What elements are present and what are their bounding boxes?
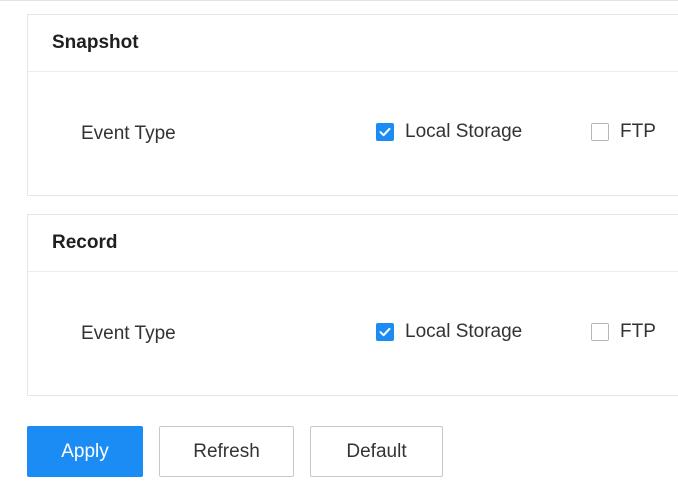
record-panel-header: Record [28, 215, 678, 272]
snapshot-local-storage-label: Local Storage [405, 121, 523, 142]
default-button[interactable]: Default [310, 426, 443, 477]
record-title: Record [52, 232, 118, 253]
record-panel: Record Event Type Local Storage FTP [27, 214, 678, 396]
snapshot-ftp-option[interactable]: FTP [591, 121, 656, 143]
record-local-storage-option[interactable]: Local Storage [376, 321, 522, 343]
record-local-storage-label: Local Storage [405, 321, 523, 342]
snapshot-panel: Snapshot Event Type Local Storage FTP [27, 14, 678, 196]
snapshot-panel-header: Snapshot [28, 15, 678, 72]
snapshot-local-storage-checkbox[interactable] [376, 123, 394, 141]
record-ftp-label: FTP [620, 321, 656, 342]
refresh-button[interactable]: Refresh [159, 426, 294, 477]
checkmark-icon [379, 327, 391, 337]
record-ftp-checkbox[interactable] [591, 323, 609, 341]
record-ftp-option[interactable]: FTP [591, 321, 656, 343]
storage-settings-page: Snapshot Event Type Local Storage FTP Re… [0, 0, 678, 492]
record-event-type-label: Event Type [81, 323, 176, 344]
snapshot-event-type-label: Event Type [81, 123, 176, 144]
record-panel-body: Event Type Local Storage FTP [28, 272, 678, 396]
record-local-storage-checkbox[interactable] [376, 323, 394, 341]
snapshot-ftp-checkbox[interactable] [591, 123, 609, 141]
snapshot-panel-body: Event Type Local Storage FTP [28, 72, 678, 196]
snapshot-local-storage-option[interactable]: Local Storage [376, 121, 522, 143]
checkmark-icon [379, 127, 391, 137]
apply-button[interactable]: Apply [27, 426, 143, 477]
snapshot-title: Snapshot [52, 32, 139, 53]
top-divider [0, 0, 678, 1]
snapshot-ftp-label: FTP [620, 121, 656, 142]
